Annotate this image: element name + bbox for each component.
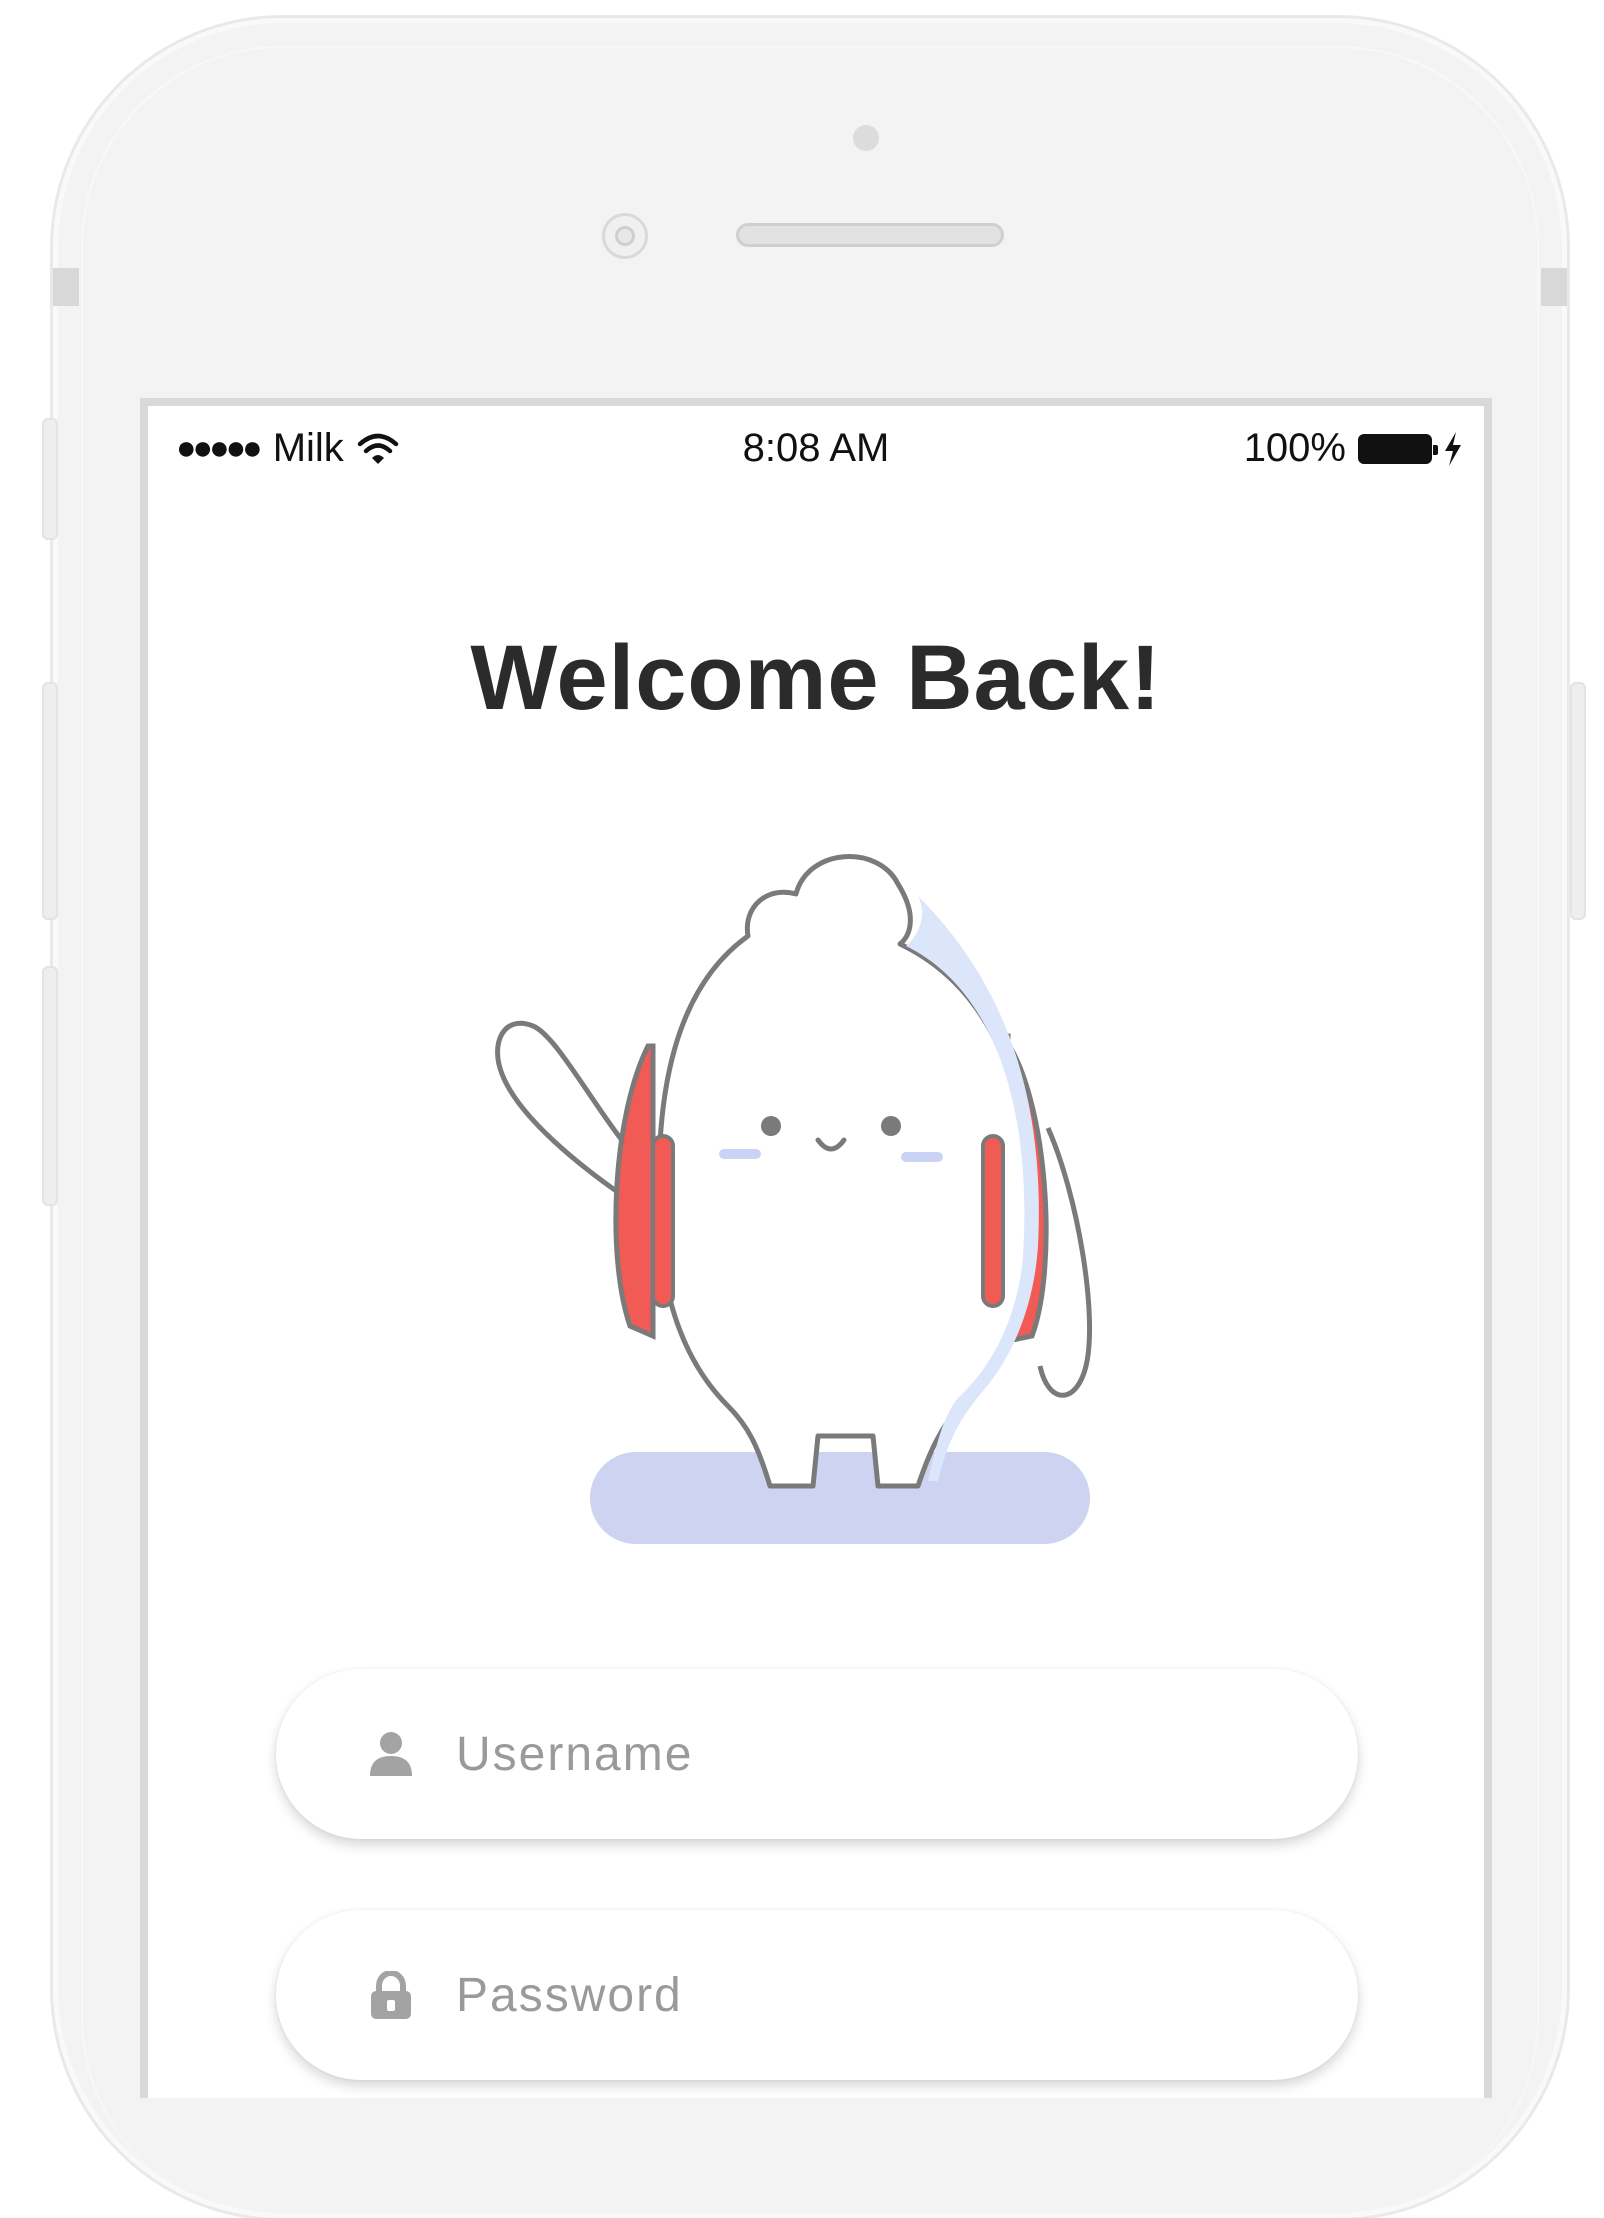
waving-mascot-illustration — [495, 854, 1093, 1544]
backpack-left — [613, 1043, 656, 1340]
right-blush — [901, 1152, 943, 1162]
proximity-sensor — [853, 125, 879, 151]
lightning-bolt-icon — [1445, 431, 1461, 466]
username-placeholder: Username — [456, 1727, 694, 1781]
strap-right — [981, 1134, 1005, 1308]
phone-screen: ●●●●● Milk 8:08 AM 100% Welcome Back! Us… — [140, 398, 1492, 2098]
username-field[interactable]: Username — [276, 1669, 1358, 1839]
front-camera — [602, 213, 648, 259]
lock-icon — [371, 1971, 411, 2019]
left-blush — [719, 1149, 761, 1159]
strap-left — [651, 1134, 675, 1308]
battery-full-icon — [1358, 433, 1438, 464]
right-eye — [881, 1116, 901, 1136]
status-right: 100% — [1244, 426, 1462, 471]
antenna-band-left — [53, 268, 79, 306]
mute-switch — [42, 418, 58, 540]
ground-shadow — [590, 1452, 1090, 1544]
earpiece-speaker — [736, 223, 1004, 247]
volume-down-button — [42, 966, 58, 1206]
left-eye — [761, 1116, 781, 1136]
power-button — [1570, 682, 1586, 920]
user-icon — [370, 1732, 412, 1776]
status-bar: ●●●●● Milk 8:08 AM 100% — [148, 414, 1484, 474]
password-placeholder: Password — [456, 1968, 683, 2022]
volume-up-button — [42, 682, 58, 920]
welcome-title: Welcome Back! — [470, 627, 1162, 729]
antenna-band-right — [1541, 268, 1567, 306]
battery-percent: 100% — [1243, 426, 1346, 470]
password-field[interactable]: Password — [276, 1910, 1358, 2080]
